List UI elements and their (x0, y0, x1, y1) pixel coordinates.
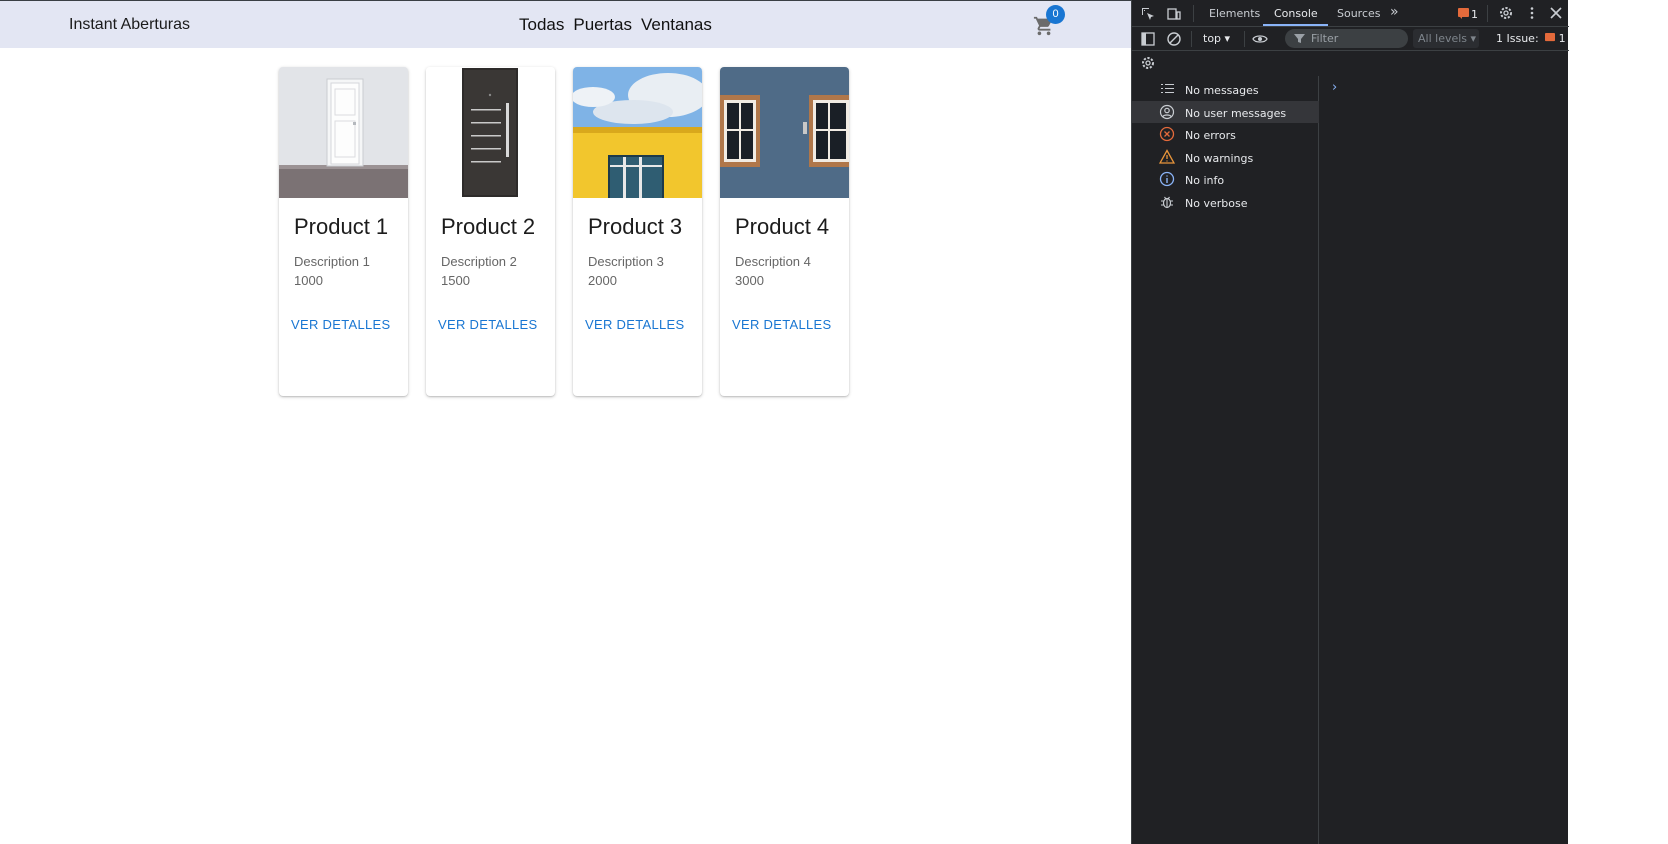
issue-count: 1 (1471, 8, 1478, 21)
log-levels-dropdown[interactable]: All levels ▾ (1413, 29, 1479, 48)
product-price: 3000 (735, 273, 764, 288)
product-title: Product 4 (735, 214, 830, 239)
product-details: Description 4 3000 (735, 252, 811, 290)
sidebar-item-label: No errors (1185, 129, 1236, 142)
product-price: 1500 (441, 273, 470, 288)
nav-link-ventanas[interactable]: Ventanas (641, 15, 712, 35)
user-icon (1159, 104, 1175, 120)
toolbar-divider (1191, 31, 1192, 47)
sidebar-item-user-messages[interactable]: No user messages (1132, 101, 1319, 123)
sidebar-item-label: No warnings (1185, 152, 1254, 165)
more-tabs-icon[interactable]: » (1390, 4, 1399, 20)
product-price: 2000 (588, 273, 617, 288)
warning-icon (1159, 149, 1175, 164)
sidebar-item-label: No messages (1185, 84, 1259, 97)
live-expression-eye-icon[interactable] (1252, 31, 1268, 47)
active-tab-indicator (1263, 24, 1328, 26)
sidebar-item-messages[interactable]: No messages (1132, 78, 1319, 100)
tab-elements[interactable]: Elements (1209, 7, 1260, 20)
product-title: Product 2 (441, 214, 536, 239)
issues-label: 1 Issue: (1496, 32, 1539, 45)
tab-sources[interactable]: Sources (1337, 7, 1381, 20)
issues-counter[interactable]: 1 Issue: 1 (1496, 32, 1566, 45)
info-icon (1159, 171, 1175, 187)
console-sidebar: No messages No user messages No errors N… (1132, 76, 1319, 844)
tab-divider (1193, 5, 1194, 22)
close-devtools-icon[interactable] (1548, 5, 1564, 21)
view-details-button[interactable]: VER DETALLES (438, 317, 537, 332)
issue-flag-icon[interactable] (1458, 8, 1469, 19)
sidebar-item-info[interactable]: No info (1132, 168, 1319, 190)
bug-icon (1161, 196, 1173, 209)
context-value: top (1203, 32, 1222, 45)
devtools-tab-bar: Elements Console Sources » 1 (1132, 0, 1569, 27)
sidebar-item-warnings[interactable]: No warnings (1132, 146, 1319, 168)
console-filter-input[interactable]: Filter (1285, 29, 1408, 48)
product-description: Description 3 (588, 254, 664, 269)
product-card: Product 4 Description 4 3000 VER DETALLE… (720, 67, 849, 396)
product-grid: Product 1 Description 1 1000 VER DETALLE… (279, 67, 849, 396)
cart-count-badge: 0 (1046, 5, 1065, 24)
context-selector[interactable]: top ▾ (1203, 32, 1230, 45)
filter-funnel-icon (1294, 34, 1305, 43)
tab-console[interactable]: Console (1274, 7, 1318, 20)
inspect-element-icon[interactable] (1140, 6, 1156, 22)
view-details-button[interactable]: VER DETALLES (732, 317, 831, 332)
product-description: Description 4 (735, 254, 811, 269)
settings-gear-icon[interactable] (1498, 5, 1514, 21)
sidebar-item-verbose[interactable]: No verbose (1132, 191, 1319, 213)
toolbar-divider (1244, 31, 1245, 47)
sidebar-item-label: No user messages (1185, 107, 1287, 120)
sidebar-toggle-icon[interactable] (1140, 31, 1156, 47)
product-title: Product 3 (588, 214, 683, 239)
filter-placeholder: Filter (1311, 32, 1339, 45)
tab-divider (1487, 5, 1488, 22)
nav-link-puertas[interactable]: Puertas (573, 15, 632, 35)
device-toolbar-icon[interactable] (1166, 6, 1182, 22)
screen: Instant Aberturas Todas Puertas Ventanas… (0, 0, 1668, 844)
sidebar-item-errors[interactable]: No errors (1132, 123, 1319, 145)
devtools-panel: Elements Console Sources » 1 top ▾ Filte… (1131, 0, 1569, 844)
product-details: Description 3 2000 (588, 252, 664, 290)
list-icon (1161, 84, 1174, 93)
view-details-button[interactable]: VER DETALLES (585, 317, 684, 332)
product-details: Description 1 1000 (294, 252, 370, 290)
console-settings-gear-icon[interactable] (1140, 55, 1156, 71)
chevron-down-icon: ▾ (1470, 32, 1477, 45)
issue-flag-icon (1545, 33, 1556, 42)
chevron-down-icon: ▾ (1224, 32, 1231, 45)
product-details: Description 2 1500 (441, 252, 517, 290)
product-title: Product 1 (294, 214, 389, 239)
clear-console-icon[interactable] (1166, 31, 1182, 47)
category-nav: Todas Puertas Ventanas (519, 15, 712, 35)
sidebar-item-label: No info (1185, 174, 1225, 187)
product-card: Product 3 Description 3 2000 VER DETALLE… (573, 67, 702, 396)
product-description: Description 1 (294, 254, 370, 269)
product-price: 1000 (294, 273, 323, 288)
product-image-white-door[interactable] (279, 67, 408, 198)
sidebar-item-label: No verbose (1185, 197, 1248, 210)
log-levels-value: All levels (1418, 32, 1468, 45)
brand-title[interactable]: Instant Aberturas (69, 16, 190, 34)
product-image-dark-door[interactable] (426, 67, 555, 198)
issues-count: 1 (1558, 32, 1566, 45)
top-navbar: Instant Aberturas Todas Puertas Ventanas… (0, 0, 1131, 48)
error-icon (1159, 126, 1175, 142)
product-image-yellow-building-window[interactable] (573, 67, 702, 198)
product-card: Product 1 Description 1 1000 VER DETALLE… (279, 67, 408, 396)
app-viewport: Instant Aberturas Todas Puertas Ventanas… (0, 0, 1131, 844)
product-description: Description 2 (441, 254, 517, 269)
view-details-button[interactable]: VER DETALLES (291, 317, 390, 332)
nav-link-todas[interactable]: Todas (519, 15, 564, 35)
console-prompt-chevron-icon[interactable]: › (1332, 80, 1337, 95)
more-options-icon[interactable] (1524, 5, 1540, 21)
product-image-blue-wall-windows[interactable] (720, 67, 849, 198)
product-card: Product 2 Description 2 1500 VER DETALLE… (426, 67, 555, 396)
